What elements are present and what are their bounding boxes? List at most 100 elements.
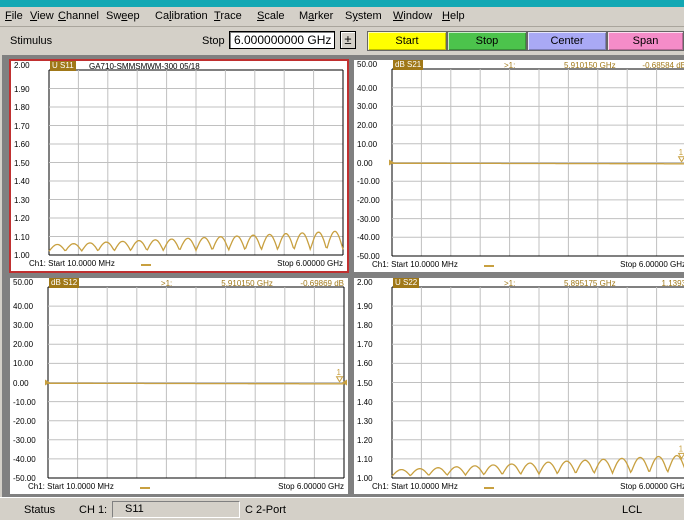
- y-tick-label: 20.00: [13, 340, 34, 350]
- measurement-window-s22[interactable]: 1 2.00 1.90 1.80 1.70 1.60 1.50 1.40 1.30 1.20 1.1…: [353, 277, 684, 495]
- marker-readout-symbol: >1:: [504, 279, 516, 288]
- trace-title: GA710-SMMSMWM-300 05/18: [89, 62, 200, 71]
- grid: [48, 69, 344, 256]
- menu-help[interactable]: Help: [442, 10, 465, 22]
- y-tick-label: 1.90: [357, 302, 373, 312]
- stop-frequency-input[interactable]: 6.000000000 GHz: [229, 31, 335, 49]
- measurement-display: 2.00 1.90 1.80 1.70 1.60 1.50 1.40 1.30 1.20 1.10…: [2, 55, 684, 497]
- trace-badge-s21[interactable]: dB S21: [393, 60, 424, 70]
- y-tick-label: 1.30: [357, 416, 373, 426]
- marker-readout-value: -0.69869 dB: [300, 279, 344, 288]
- trace-line: [48, 382, 344, 385]
- marker-readout-freq: 5.910150 GHz: [564, 61, 616, 70]
- sweep-stop-label: Stop 6.00000 GHz: [277, 259, 343, 268]
- menu-view[interactable]: View: [30, 10, 54, 22]
- menu-system[interactable]: System: [345, 10, 382, 22]
- menu-trace[interactable]: Trace: [214, 10, 242, 22]
- sweep-start-label: Ch1: Start 10.0000 MHz: [29, 259, 115, 268]
- y-tick-label: 1.80: [357, 321, 373, 331]
- y-tick-label: 30.00: [357, 102, 378, 112]
- sweep-start-label: Ch1: Start 10.0000 MHz: [372, 260, 458, 269]
- measurement-window-s11[interactable]: 2.00 1.90 1.80 1.70 1.60 1.50 1.40 1.30 1.20 1.10…: [9, 59, 349, 273]
- marker-readout-freq: 5.910150 GHz: [221, 279, 273, 288]
- y-tick-label: 1.70: [357, 340, 373, 350]
- sweep-stop-label: Stop 6.00000 GHz: [620, 260, 684, 269]
- trace-plot-s21[interactable]: 1: [354, 60, 684, 272]
- y-tick-label: -30.00: [13, 435, 36, 445]
- y-tick-label: 1.40: [14, 177, 30, 186]
- menu-marker[interactable]: Marker: [299, 10, 333, 22]
- y-tick-label: 1.00: [357, 474, 373, 483]
- y-tick-label: 1.60: [357, 359, 373, 369]
- y-tick-label: 30.00: [13, 321, 34, 331]
- stimulus-toolbar: Stimulus Stop 6.000000000 GHz ± Start St…: [0, 28, 684, 54]
- grid: [47, 286, 345, 479]
- menu-channel[interactable]: Channel: [58, 10, 99, 22]
- y-tick-label: 1.70: [14, 121, 30, 131]
- y-tick-label: 1.10: [357, 454, 373, 464]
- menu-sweep[interactable]: Sweep: [106, 10, 140, 22]
- title-bar: [0, 0, 684, 7]
- y-tick-label: 1.20: [357, 435, 373, 445]
- measurement-window-s21[interactable]: 1 50.00 40.00 30.00 20.00 10.00 0.00 -10.00 -20.…: [353, 59, 684, 273]
- marker-readout-value: -0.68584 dB: [642, 61, 684, 70]
- status-channel: CH 1:: [79, 504, 108, 516]
- trace-plot-s11[interactable]: [11, 61, 347, 271]
- y-tick-label: -20.00: [357, 195, 380, 205]
- status-remote: LCL: [622, 504, 643, 516]
- y-tick-label: 50.00: [357, 60, 378, 69]
- marker-readout-symbol: >1:: [504, 61, 516, 70]
- y-tick-label: -40.00: [357, 233, 380, 243]
- y-tick-label: 40.00: [357, 83, 378, 93]
- stop-spin-button[interactable]: ±: [340, 31, 356, 49]
- stop-button[interactable]: Stop: [447, 31, 527, 51]
- measurement-window-s12[interactable]: 1 50.00 40.00 30.00 20.00 10.00 0.00 -10.00 -20.…: [9, 277, 349, 495]
- trace-color-swatch: [140, 487, 150, 489]
- center-button[interactable]: Center: [527, 31, 607, 51]
- trace-plot-s12[interactable]: 1: [10, 278, 348, 494]
- y-tick-label: 1.60: [14, 140, 30, 149]
- y-tick-label: 20.00: [357, 121, 378, 131]
- status-active-trace: S11: [112, 501, 240, 518]
- trace-plot-s22[interactable]: 1: [354, 278, 684, 494]
- trace-badge-s11[interactable]: U S11: [50, 61, 76, 71]
- sweep-start-label: Ch1: Start 10.0000 MHz: [28, 482, 114, 491]
- y-tick-label: 1.00: [14, 251, 30, 260]
- menu-calibration[interactable]: Calibration: [155, 10, 208, 22]
- trace-line: [391, 162, 684, 165]
- grid: [391, 68, 684, 257]
- status-bar: Status CH 1: S11 C 2-Port LCL: [0, 497, 684, 520]
- y-tick-label: 1.10: [14, 232, 30, 242]
- sweep-stop-label: Stop 6.00000 GHz: [278, 482, 344, 491]
- y-tick-label: 2.00: [14, 61, 30, 70]
- y-tick-label: 1.80: [14, 103, 30, 112]
- trace-color-swatch: [141, 264, 151, 266]
- status-calibration: C 2-Port: [245, 504, 286, 516]
- y-tick-label: -40.00: [13, 454, 36, 464]
- y-tick-label: -30.00: [357, 214, 380, 224]
- trace-badge-s12[interactable]: dB S12: [49, 278, 80, 288]
- marker-readout-value: 1.1393: [661, 279, 684, 288]
- marker-1-label: 1: [679, 148, 684, 157]
- menu-scale[interactable]: Scale: [257, 10, 285, 22]
- marker-1-label: 1: [337, 368, 342, 377]
- trace-badge-s22[interactable]: U S22: [393, 278, 420, 288]
- marker-1-icon[interactable]: [335, 376, 344, 383]
- y-tick-label: 1.50: [14, 158, 30, 168]
- span-button[interactable]: Span: [607, 31, 684, 51]
- marker-1-icon[interactable]: [677, 156, 684, 163]
- menu-file[interactable]: File: [5, 10, 23, 22]
- status-label: Status: [24, 504, 56, 516]
- marker-1-label: 1: [679, 444, 684, 453]
- marker-readout-symbol: >1:: [160, 279, 173, 288]
- y-tick-label: 10.00: [13, 359, 34, 369]
- y-tick-label: -10.00: [13, 397, 36, 407]
- y-tick-label: 50.00: [13, 278, 34, 287]
- start-button[interactable]: Start: [367, 31, 447, 51]
- menu-window[interactable]: Window: [393, 10, 432, 22]
- trace-color-swatch: [484, 487, 494, 489]
- y-tick-label: 1.50: [357, 378, 373, 388]
- marker-readout-freq: 5.895175 GHz: [564, 279, 616, 288]
- menu-bar: File View Channel Sweep Calibration Trace Scal…: [0, 7, 684, 27]
- y-tick-label: 0.00: [357, 158, 373, 168]
